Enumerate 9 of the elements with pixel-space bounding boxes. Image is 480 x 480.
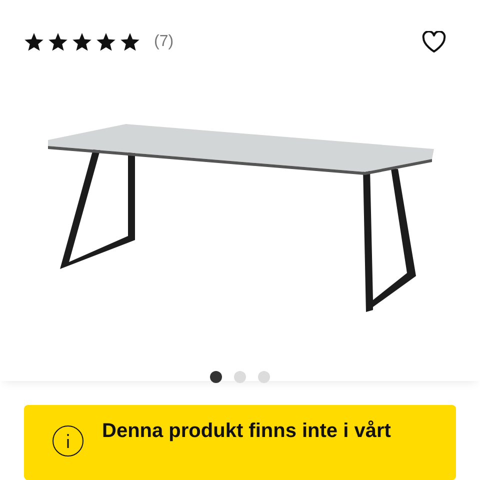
favorite-icon[interactable] <box>422 31 446 53</box>
star-icon <box>72 32 92 52</box>
star-icon <box>24 32 44 52</box>
star-icon <box>48 32 68 52</box>
review-count[interactable]: (7) <box>154 30 174 54</box>
info-icon <box>52 425 84 458</box>
notice-text: Denna produkt finns inte i vårt <box>102 419 391 444</box>
star-icon <box>120 32 140 52</box>
star-icon <box>96 32 116 52</box>
